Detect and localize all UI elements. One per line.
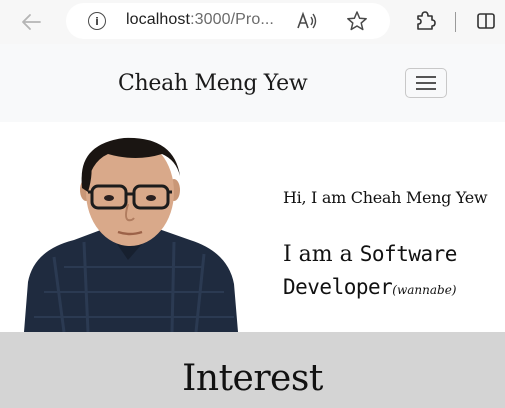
interest-section: Interest (0, 332, 505, 408)
read-aloud-icon[interactable] (296, 11, 318, 31)
hero-greeting: Hi, I am Cheah Meng Yew (283, 188, 488, 207)
url-path: :3000/Pro... (190, 11, 274, 28)
role-note: (wannabe) (392, 283, 457, 297)
hamburger-line (416, 76, 436, 78)
toolbar-divider (455, 12, 456, 32)
interest-heading: Interest (182, 358, 323, 399)
url-text[interactable]: localhost:3000/Pro... (126, 11, 274, 29)
site-info-icon[interactable]: i (88, 12, 106, 30)
hero-role: I am a Software Developer(wannabe) (283, 238, 493, 306)
hero-section: Hi, I am Cheah Meng Yew I am a Software … (0, 122, 505, 332)
site-navbar: Cheah Meng Yew (0, 44, 505, 122)
favorite-star-icon[interactable] (346, 10, 368, 32)
browser-toolbar: i localhost:3000/Pro... (0, 0, 505, 44)
navbar-brand[interactable]: Cheah Meng Yew (118, 71, 308, 96)
back-button[interactable] (16, 8, 46, 36)
hamburger-line (416, 82, 436, 84)
address-bar[interactable]: i localhost:3000/Pro... (66, 3, 390, 39)
extensions-icon[interactable] (414, 9, 436, 31)
profile-photo (24, 137, 238, 332)
navbar-toggler-button[interactable] (405, 68, 447, 98)
arrow-left-icon (22, 14, 41, 30)
url-host: localhost (126, 11, 191, 28)
split-screen-icon[interactable] (476, 11, 496, 31)
hamburger-line (416, 88, 436, 90)
role-prefix: I am a (283, 242, 360, 267)
